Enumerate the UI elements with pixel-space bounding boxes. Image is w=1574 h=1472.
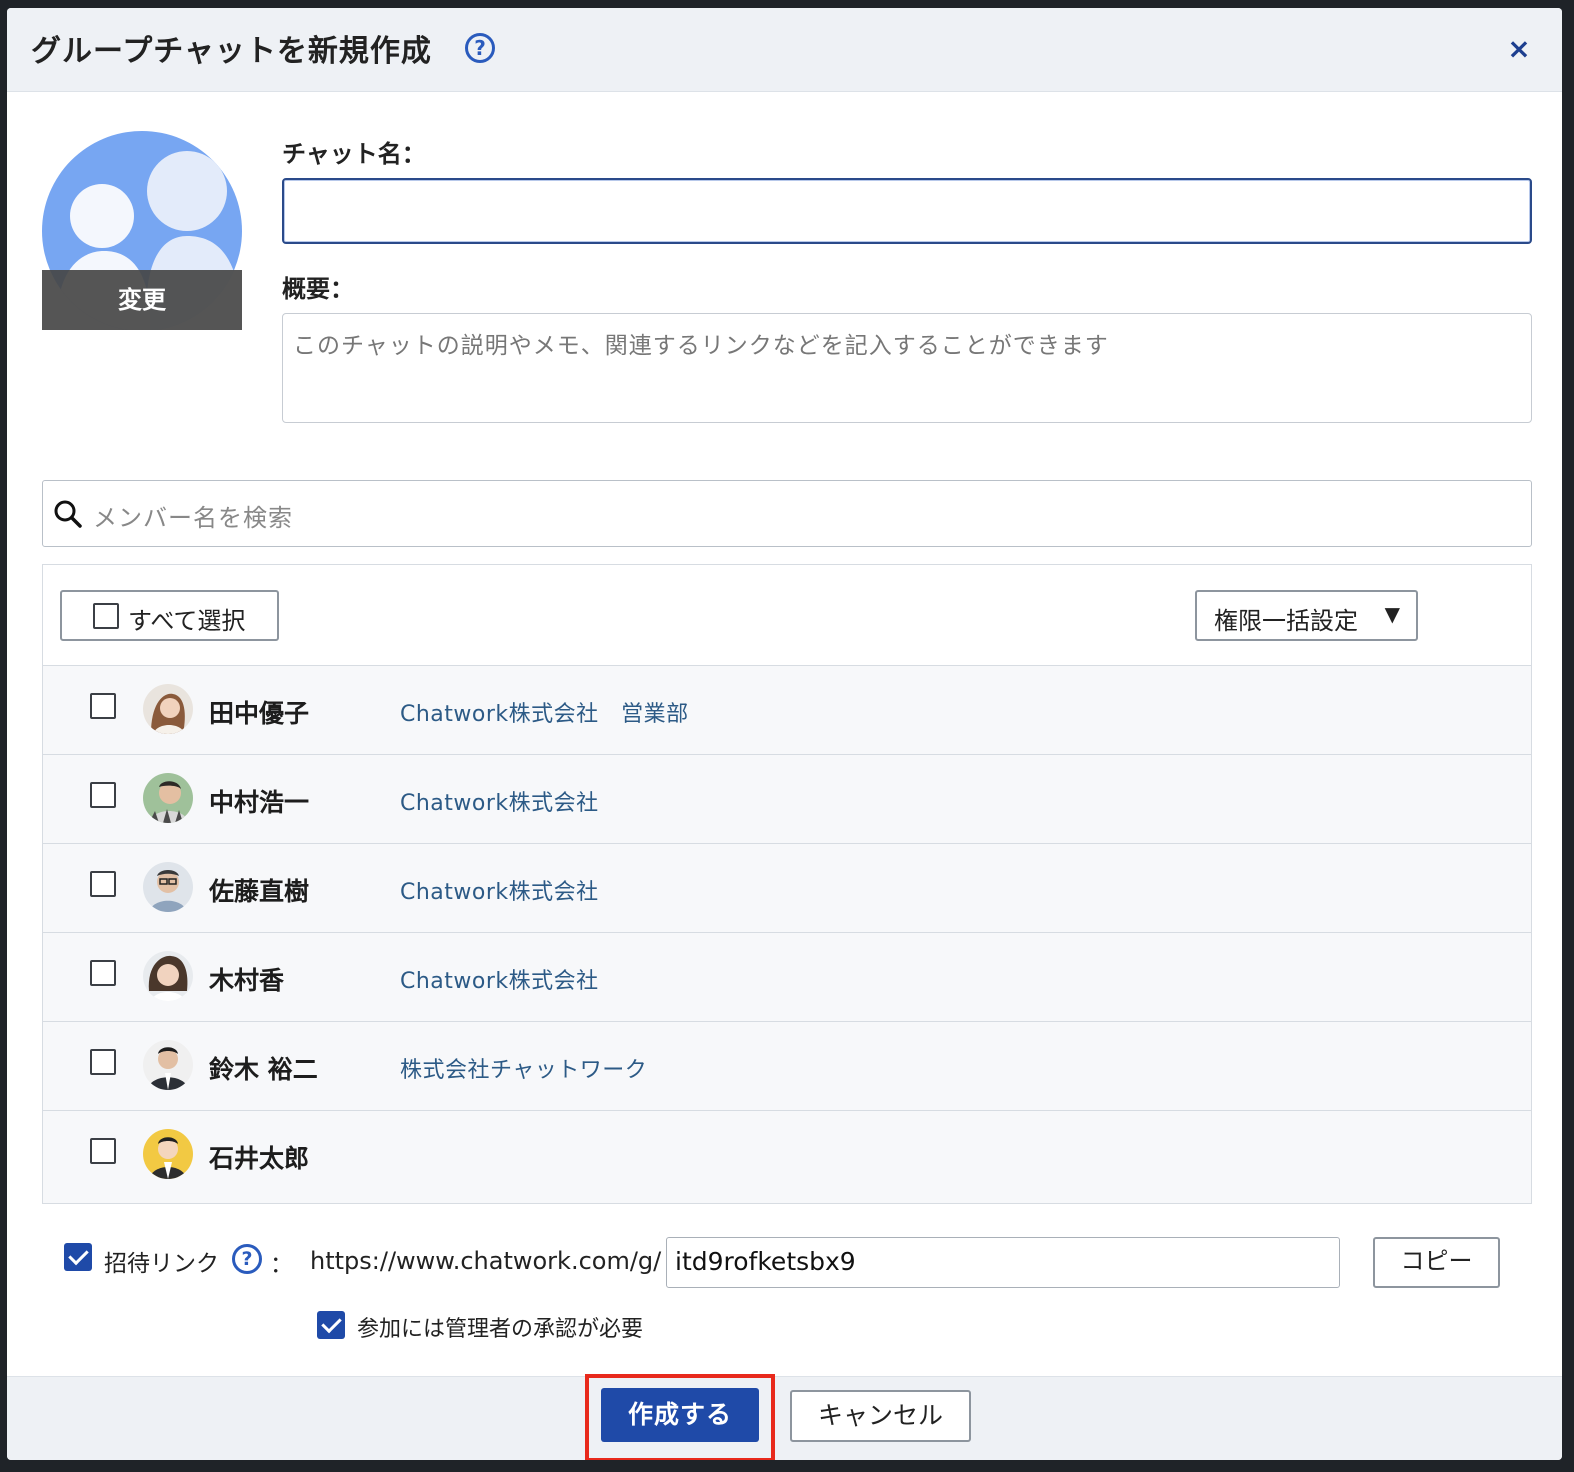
member-avatar xyxy=(143,1129,193,1179)
member-org: Chatwork株式会社 xyxy=(400,791,599,816)
approval-row: 参加には管理者の承認が必要 xyxy=(7,1308,1562,1348)
member-org: Chatwork株式会社 xyxy=(400,880,599,905)
invite-base-url: https://www.chatwork.com/g/ xyxy=(310,1247,662,1275)
select-all-checkbox[interactable] xyxy=(93,603,119,629)
dialog-header: グループチャットを新規作成 ? × xyxy=(7,8,1562,92)
chat-name-label: チャット名： xyxy=(282,140,426,168)
select-all-label: すべて選択 xyxy=(128,607,246,635)
member-row[interactable]: 田中優子 Chatwork株式会社 営業部 xyxy=(43,665,1531,755)
member-row[interactable]: 石井太郎 xyxy=(43,1110,1531,1200)
member-name: 中村浩一 xyxy=(209,788,310,817)
member-list-toolbar: すべて選択 権限一括設定 ▼ xyxy=(43,565,1531,665)
dialog-footer xyxy=(7,1376,1562,1460)
member-org: Chatwork株式会社 営業部 xyxy=(400,702,689,727)
invite-link-checkbox[interactable] xyxy=(64,1243,92,1271)
select-all-button[interactable]: すべて選択 xyxy=(60,590,279,641)
caret-down-icon: ▼ xyxy=(1384,602,1400,626)
create-group-chat-dialog: グループチャットを新規作成 ? × 変更 チャット名： 概要： このチャットの説… xyxy=(7,8,1562,1460)
member-avatar xyxy=(143,1040,193,1090)
approval-checkbox[interactable] xyxy=(317,1311,345,1339)
member-name: 鈴木 裕二 xyxy=(209,1055,318,1084)
member-row[interactable]: 鈴木 裕二 株式会社チャットワーク xyxy=(43,1021,1531,1111)
invite-code-input[interactable]: itd9rofketsbx9 xyxy=(666,1237,1340,1288)
member-row[interactable]: 佐藤直樹 Chatwork株式会社 xyxy=(43,843,1531,933)
change-avatar-button[interactable]: 変更 xyxy=(42,270,242,330)
member-list: すべて選択 権限一括設定 ▼ 田中優子 Chatwork株式会社 営業部 中村浩… xyxy=(42,564,1532,1204)
search-icon xyxy=(54,500,82,528)
member-checkbox[interactable] xyxy=(90,871,116,897)
member-name: 木村香 xyxy=(209,966,285,995)
invite-link-row: 招待リンク ? ： https://www.chatwork.com/g/ it… xyxy=(7,1233,1562,1293)
help-icon[interactable]: ? xyxy=(465,33,495,63)
member-avatar xyxy=(143,862,193,912)
member-checkbox[interactable] xyxy=(90,782,116,808)
description-label: 概要： xyxy=(282,275,354,303)
member-avatar xyxy=(143,684,193,734)
member-checkbox[interactable] xyxy=(90,693,116,719)
member-avatar xyxy=(143,773,193,823)
member-name: 佐藤直樹 xyxy=(209,877,310,906)
close-button[interactable]: × xyxy=(1502,32,1536,66)
member-search-input[interactable]: メンバー名を検索 xyxy=(42,480,1532,547)
member-checkbox[interactable] xyxy=(90,1049,116,1075)
copy-button[interactable]: コピー xyxy=(1373,1237,1500,1288)
member-name: 石井太郎 xyxy=(209,1144,310,1173)
invite-link-label: 招待リンク xyxy=(104,1251,219,1277)
description-textarea[interactable]: このチャットの説明やメモ、関連するリンクなどを記入することができます xyxy=(282,313,1532,423)
help-icon[interactable]: ? xyxy=(232,1244,262,1274)
group-avatar[interactable]: 変更 xyxy=(42,131,242,330)
create-button[interactable]: 作成する xyxy=(601,1388,759,1442)
member-avatar xyxy=(143,951,193,1001)
bulk-permission-dropdown[interactable]: 権限一括設定 ▼ xyxy=(1195,590,1418,641)
member-org: Chatwork株式会社 xyxy=(400,969,599,994)
search-placeholder: メンバー名を検索 xyxy=(93,504,293,532)
cancel-button[interactable]: キャンセル xyxy=(790,1390,971,1442)
member-row[interactable]: 中村浩一 Chatwork株式会社 xyxy=(43,754,1531,844)
invite-colon: ： xyxy=(270,1252,293,1278)
chat-name-input[interactable] xyxy=(282,178,1532,244)
member-org: 株式会社チャットワーク xyxy=(400,1058,648,1083)
member-name: 田中優子 xyxy=(209,699,310,728)
dialog-title: グループチャットを新規作成 xyxy=(31,34,432,69)
approval-label: 参加には管理者の承認が必要 xyxy=(357,1317,644,1342)
member-checkbox[interactable] xyxy=(90,1138,116,1164)
member-row[interactable]: 木村香 Chatwork株式会社 xyxy=(43,932,1531,1022)
bulk-permission-label: 権限一括設定 xyxy=(1214,607,1358,635)
member-checkbox[interactable] xyxy=(90,960,116,986)
